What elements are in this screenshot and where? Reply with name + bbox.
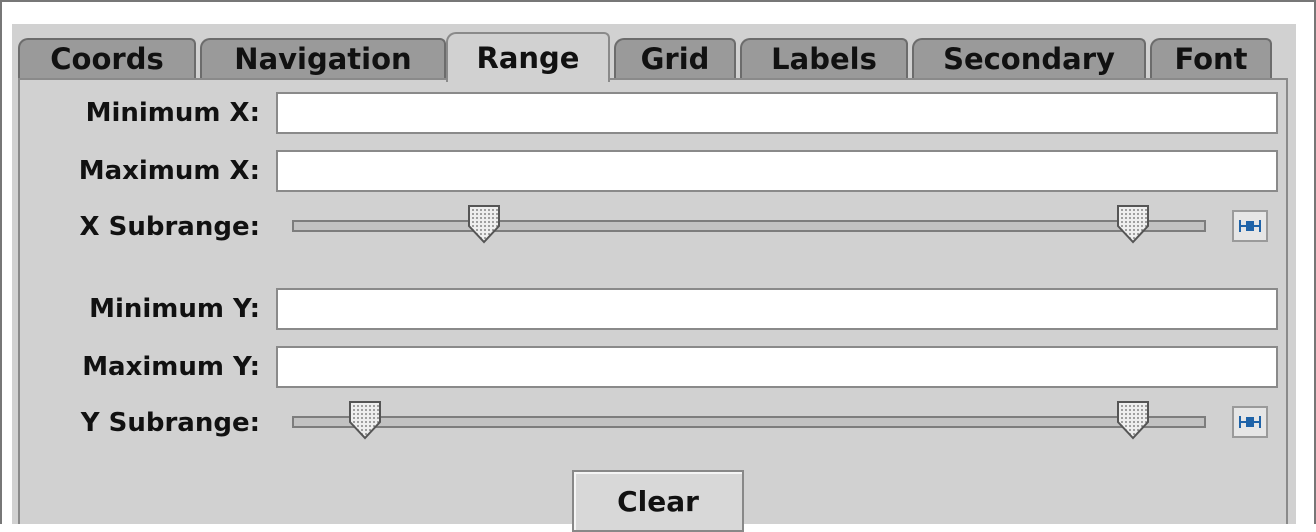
tab-grid[interactable]: Grid	[614, 38, 736, 78]
tabbed-panel: Coords Navigation Range Grid Labels Seco…	[12, 24, 1296, 532]
tab-strip: Coords Navigation Range Grid Labels Seco…	[18, 32, 1288, 82]
maximum-x-field[interactable]	[276, 150, 1278, 192]
minimum-x-label: Minimum X:	[85, 98, 260, 128]
window-frame: Coords Navigation Range Grid Labels Seco…	[0, 0, 1316, 532]
range-reset-icon	[1239, 416, 1261, 428]
tab-secondary[interactable]: Secondary	[912, 38, 1146, 78]
y-subrange-slider-track[interactable]	[292, 416, 1206, 428]
x-subrange-reset-button[interactable]	[1232, 210, 1268, 242]
x-subrange-label: X Subrange:	[79, 212, 260, 242]
y-subrange-label: Y Subrange:	[80, 408, 260, 438]
x-subrange-low-thumb[interactable]	[467, 204, 501, 244]
range-tab-content: Minimum X: Maximum X: X Subrange: Minimu…	[18, 78, 1288, 532]
minimum-y-label: Minimum Y:	[89, 294, 260, 324]
y-subrange-reset-button[interactable]	[1232, 406, 1268, 438]
clear-button[interactable]: Clear	[572, 470, 744, 532]
range-reset-icon	[1239, 220, 1261, 232]
tab-navigation[interactable]: Navigation	[200, 38, 446, 78]
maximum-x-label: Maximum X:	[78, 156, 260, 186]
minimum-x-field[interactable]	[276, 92, 1278, 134]
maximum-y-field[interactable]	[276, 346, 1278, 388]
x-subrange-high-thumb[interactable]	[1116, 204, 1150, 244]
x-subrange-slider-track[interactable]	[292, 220, 1206, 232]
y-subrange-high-thumb[interactable]	[1116, 400, 1150, 440]
tab-labels[interactable]: Labels	[740, 38, 908, 78]
y-subrange-low-thumb[interactable]	[348, 400, 382, 440]
minimum-y-field[interactable]	[276, 288, 1278, 330]
tab-range[interactable]: Range	[446, 32, 610, 82]
tab-coords[interactable]: Coords	[18, 38, 196, 78]
maximum-y-label: Maximum Y:	[82, 352, 260, 382]
tab-font[interactable]: Font	[1150, 38, 1272, 78]
